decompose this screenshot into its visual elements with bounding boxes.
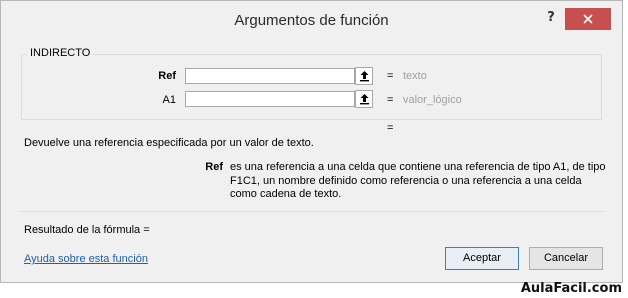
collapse-dialog-icon xyxy=(360,94,369,105)
function-arguments-dialog: Argumentos de función ? INDIRECTO Ref = … xyxy=(0,0,623,283)
help-button[interactable]: ? xyxy=(541,10,561,28)
result-equals: = xyxy=(387,122,394,134)
param-help-name: Ref xyxy=(205,161,223,173)
a1-equals: = xyxy=(387,94,394,106)
arg-label-a1: A1 xyxy=(162,94,176,106)
function-description: Devuelve una referencia especificada por… xyxy=(24,137,314,149)
ref-collapse-button[interactable] xyxy=(355,67,373,85)
arguments-group xyxy=(21,54,602,120)
a1-input[interactable] xyxy=(185,91,355,107)
ok-button[interactable]: Aceptar xyxy=(445,247,519,270)
close-icon xyxy=(583,14,593,24)
a1-hint: valor_lógico xyxy=(403,94,462,106)
divider xyxy=(19,211,605,212)
dialog-title: Argumentos de función xyxy=(234,12,389,29)
param-help-text: es una referencia a una celda que contie… xyxy=(230,161,606,200)
a1-collapse-button[interactable] xyxy=(355,90,373,108)
close-button[interactable] xyxy=(565,8,611,30)
watermark-logo: AulaFacil.com xyxy=(520,281,622,296)
ref-hint: texto xyxy=(403,70,427,82)
arg-label-ref: Ref xyxy=(158,70,176,82)
ref-input[interactable] xyxy=(185,68,355,84)
collapse-dialog-icon xyxy=(360,71,369,82)
formula-result-label: Resultado de la fórmula = xyxy=(24,224,150,236)
function-name: INDIRECTO xyxy=(27,47,94,59)
cancel-button[interactable]: Cancelar xyxy=(529,247,603,270)
ref-equals: = xyxy=(387,70,394,82)
title-bar[interactable]: Argumentos de función ? xyxy=(1,1,622,37)
help-link[interactable]: Ayuda sobre esta función xyxy=(24,253,148,265)
